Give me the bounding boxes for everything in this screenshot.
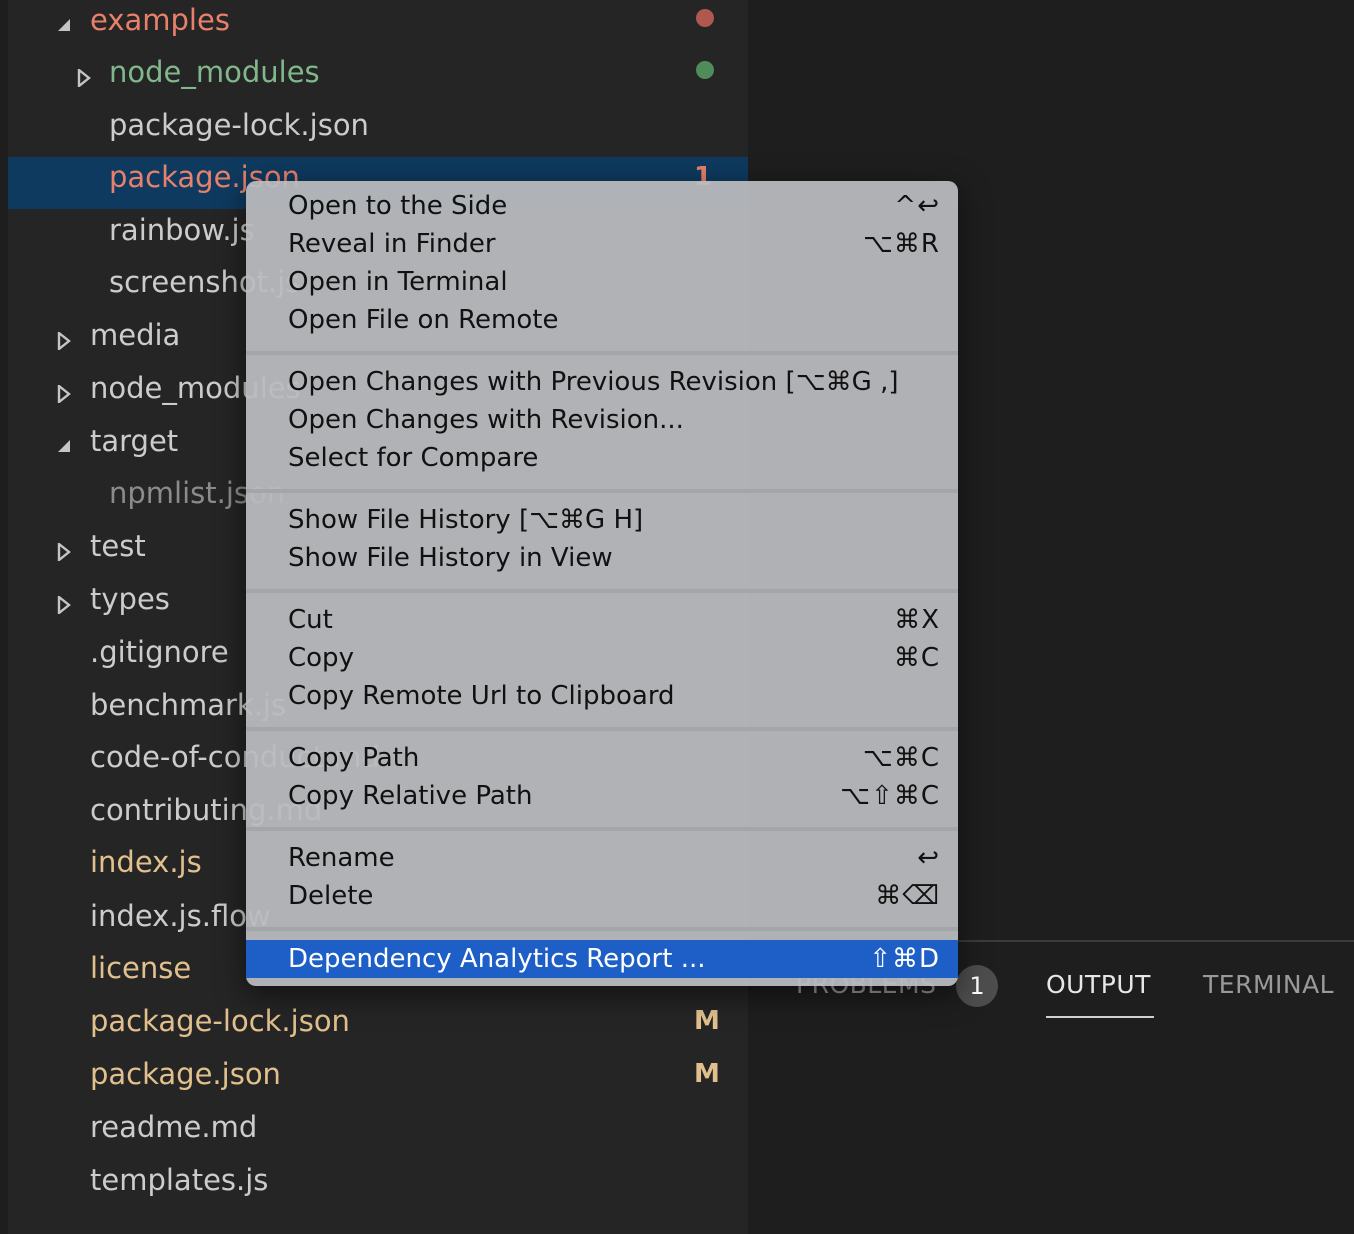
chevron-right-icon[interactable] — [56, 579, 76, 631]
menu-item-cut[interactable]: Cut ⌘X — [246, 601, 958, 639]
context-menu: Open to the Side ^↩ Reveal in Finder ⌥⌘R Ope… — [246, 181, 958, 986]
explorer-item-label: media — [90, 318, 181, 352]
menu-separator — [246, 589, 958, 593]
explorer-item-label: node_modules — [109, 55, 320, 89]
menu-separator — [246, 827, 958, 831]
tab-output[interactable]: OUTPUT — [1046, 968, 1151, 1002]
explorer-item-label: .gitignore — [90, 635, 229, 669]
menu-item-label: Reveal in Finder — [288, 229, 496, 259]
menu-item-label: Open File on Remote — [288, 305, 559, 335]
menu-item-select-for-compare[interactable]: Select for Compare — [246, 439, 958, 477]
menu-item-label: Dependency Analytics Report ... — [288, 944, 706, 974]
explorer-file-row[interactable]: readme.md — [8, 1107, 748, 1159]
explorer-file-row[interactable]: package-lock.json — [8, 105, 748, 157]
explorer-item-label: license — [90, 951, 192, 985]
menu-item-delete[interactable]: Delete ⌘⌫ — [246, 877, 958, 915]
menu-item-open-in-terminal[interactable]: Open in Terminal — [246, 263, 958, 301]
git-modified-badge: M — [694, 1059, 720, 1089]
explorer-item-label: index.js.flow — [90, 899, 271, 933]
menu-item-shortcut: ^↩ — [894, 191, 940, 221]
problems-count-badge: 1 — [956, 965, 998, 1007]
explorer-file-row[interactable]: templates.js — [8, 1160, 748, 1212]
menu-item-label: Show File History [⌥⌘G H] — [288, 505, 644, 535]
menu-item-label: Copy Path — [288, 743, 420, 773]
menu-item-open-changes-with-revision[interactable]: Open Changes with Revision... — [246, 401, 958, 439]
menu-item-label: Open Changes with Revision... — [288, 405, 684, 435]
menu-item-copy-path[interactable]: Copy Path ⌥⌘C — [246, 739, 958, 777]
menu-item-shortcut: ↩ — [917, 843, 940, 873]
menu-item-label: Open in Terminal — [288, 267, 508, 297]
explorer-item-label: rainbow.js — [109, 213, 255, 247]
menu-separator — [246, 489, 958, 493]
chevron-expanded-icon[interactable] — [56, 421, 76, 473]
explorer-file-row[interactable]: package-lock.json M — [8, 1001, 748, 1053]
git-status-dot-icon — [696, 9, 714, 27]
chevron-right-icon[interactable] — [56, 526, 76, 578]
explorer-item-label: index.js — [90, 845, 202, 879]
menu-item-label: Copy Relative Path — [288, 781, 533, 811]
chevron-right-icon[interactable] — [76, 52, 96, 104]
menu-item-copy-remote-url-to-clipboard[interactable]: Copy Remote Url to Clipboard — [246, 677, 958, 715]
menu-item-shortcut: ⇧⌘D — [869, 944, 940, 974]
menu-separator — [246, 727, 958, 731]
menu-item-shortcut: ⌘⌫ — [875, 881, 940, 911]
explorer-folder-row[interactable]: examples — [8, 0, 748, 52]
active-tab-underline — [1046, 1016, 1154, 1018]
menu-item-label: Copy — [288, 643, 354, 673]
menu-item-label: Rename — [288, 843, 395, 873]
menu-item-dependency-analytics-report[interactable]: Dependency Analytics Report ... ⇧⌘D — [246, 940, 958, 978]
chevron-right-icon[interactable] — [56, 315, 76, 367]
menu-separator — [246, 927, 958, 931]
menu-item-show-file-history-in-view[interactable]: Show File History in View — [246, 539, 958, 577]
explorer-item-label: examples — [90, 3, 230, 37]
chevron-right-icon[interactable] — [56, 368, 76, 420]
explorer-item-label: package-lock.json — [109, 108, 369, 142]
menu-item-label: Cut — [288, 605, 333, 635]
chevron-expanded-icon[interactable] — [56, 0, 76, 52]
menu-item-copy[interactable]: Copy ⌘C — [246, 639, 958, 677]
explorer-item-label: package.json — [90, 1057, 281, 1091]
menu-item-rename[interactable]: Rename ↩ — [246, 839, 958, 877]
menu-item-label: Copy Remote Url to Clipboard — [288, 681, 675, 711]
menu-item-reveal-in-finder[interactable]: Reveal in Finder ⌥⌘R — [246, 225, 958, 263]
explorer-item-label: types — [90, 582, 170, 616]
menu-item-open-changes-with-previous-revision[interactable]: Open Changes with Previous Revision [⌥⌘G… — [246, 363, 958, 401]
menu-item-copy-relative-path[interactable]: Copy Relative Path ⌥⇧⌘C — [246, 777, 958, 815]
menu-item-label: Show File History in View — [288, 543, 613, 573]
menu-item-label: Open Changes with Previous Revision [⌥⌘G… — [288, 367, 899, 397]
vscode-window: examples node_modules package-lock.json pac… — [0, 0, 1354, 1234]
menu-item-shortcut: ⌥⌘C — [862, 743, 940, 773]
menu-item-shortcut: ⌥⇧⌘C — [840, 781, 940, 811]
menu-item-label: Open to the Side — [288, 191, 508, 221]
explorer-item-label: package-lock.json — [90, 1004, 350, 1038]
menu-item-label: Delete — [288, 881, 374, 911]
explorer-folder-row[interactable]: node_modules — [8, 52, 748, 104]
menu-item-shortcut: ⌥⌘R — [862, 229, 940, 259]
menu-item-show-file-history[interactable]: Show File History [⌥⌘G H] — [246, 501, 958, 539]
menu-item-open-to-the-side[interactable]: Open to the Side ^↩ — [246, 187, 958, 225]
explorer-item-label: templates.js — [90, 1163, 269, 1197]
git-status-dot-icon — [696, 61, 714, 79]
explorer-item-label: test — [90, 529, 146, 563]
menu-item-shortcut: ⌘C — [893, 643, 940, 673]
menu-item-open-file-on-remote[interactable]: Open File on Remote — [246, 301, 958, 339]
explorer-item-label: target — [90, 424, 179, 458]
tab-terminal[interactable]: TERMINAL — [1203, 968, 1334, 1002]
explorer-item-label: readme.md — [90, 1110, 258, 1144]
menu-item-label: Select for Compare — [288, 443, 539, 473]
menu-item-shortcut: ⌘X — [894, 605, 940, 635]
menu-separator — [246, 351, 958, 355]
explorer-file-row[interactable]: package.json M — [8, 1054, 748, 1106]
git-modified-badge: M — [694, 1006, 720, 1036]
